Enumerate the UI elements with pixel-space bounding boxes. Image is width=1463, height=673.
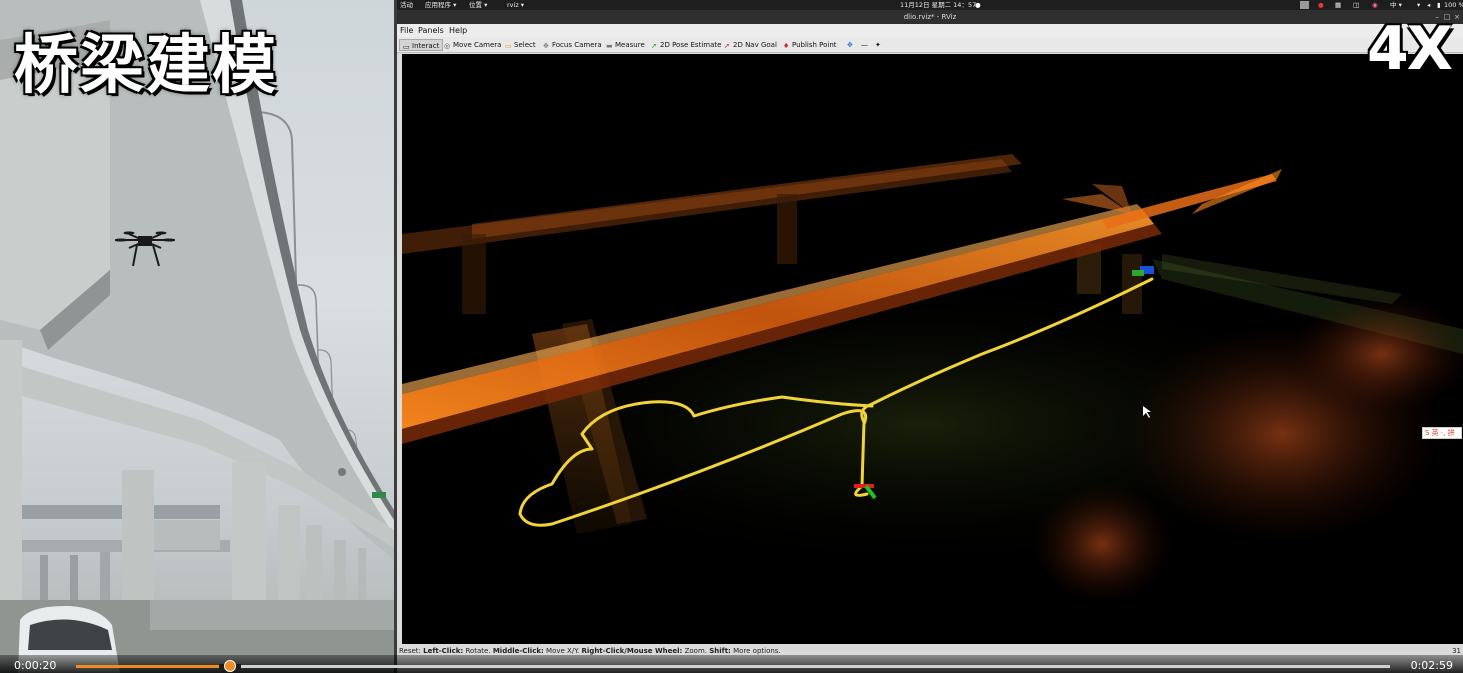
playback-speed-badge: 4X <box>1366 14 1453 84</box>
video-title: 桥梁建模 <box>14 29 278 103</box>
progress-fill <box>76 665 221 668</box>
tool-2d-nav-goal-label: 2D Nav Goal <box>733 41 777 49</box>
tool-move-camera-label: Move Camera <box>453 41 502 49</box>
tool-select[interactable]: ▭ Select <box>502 39 539 51</box>
remove-tool-icon[interactable]: — <box>858 39 871 51</box>
rviz-toolbar: ▭ Interact ◎ Move Camera ▭ Select ✥ Focus Ca… <box>397 37 1463 53</box>
status-middle-click-key: Middle-Click: <box>492 647 544 655</box>
status-shift-key: Shift: <box>709 647 731 655</box>
status-right-click-key: Right-Click/Mouse Wheel: <box>581 647 683 655</box>
window-title: dlio.rviz* - RViz <box>903 13 957 21</box>
select-icon: ▭ <box>505 42 512 50</box>
menu-help[interactable]: Help <box>449 24 467 37</box>
reset-button[interactable]: Reset <box>399 647 419 655</box>
screen: 桥梁建模 活动 应用程序 ▾ 位置 ▾ rviz ▾ 11月12日 星期二 14… <box>0 0 1463 673</box>
tray-sogou-icon[interactable]: ◉ <box>1372 0 1378 10</box>
current-time: 0:00:20 <box>14 659 57 672</box>
tray-record-icon[interactable]: ● <box>1318 0 1324 10</box>
input-method-menu[interactable]: 中 ▾ <box>1390 0 1402 10</box>
pose-estimate-arrow-icon: ➚ <box>651 42 657 50</box>
tool-2d-pose-estimate[interactable]: ➚ 2D Pose Estimate <box>648 39 724 51</box>
add-tool-icon[interactable]: ✥ <box>844 39 856 51</box>
camera-video-frame: 桥梁建模 <box>0 0 394 673</box>
tool-2d-nav-goal[interactable]: ➚ 2D Nav Goal <box>721 39 780 51</box>
progress-knob[interactable] <box>224 660 236 672</box>
tool-interact-label: Interact <box>412 42 440 50</box>
battery-icon[interactable]: ▮ <box>1437 0 1441 10</box>
tool-select-label: Select <box>514 41 536 49</box>
rviz-3d-viewport[interactable] <box>402 54 1463 644</box>
notification-dot-icon: ● <box>975 1 981 9</box>
total-time: 0:02:59 <box>1410 659 1453 672</box>
wifi-icon[interactable]: ▾ <box>1417 0 1420 10</box>
progress-bar[interactable] <box>76 660 1390 672</box>
tray-grid-icon[interactable]: ▦ <box>1335 0 1341 10</box>
status-left-click-value: Rotate. <box>465 647 491 655</box>
tool-focus-camera[interactable]: ✥ Focus Camera <box>540 39 605 51</box>
ime-status-badge[interactable]: S 英 ·, 拼 <box>1422 427 1462 439</box>
interact-icon: ▭ <box>403 43 410 51</box>
tray-window-icon[interactable] <box>1300 1 1309 9</box>
applications-menu[interactable]: 应用程序 ▾ <box>425 0 456 10</box>
rviz-app-indicator[interactable]: rviz ▾ <box>507 0 524 10</box>
places-menu[interactable]: 位置 ▾ <box>469 0 487 10</box>
drone-icon <box>115 231 175 267</box>
volume-icon[interactable]: ◂ <box>1427 0 1430 10</box>
video-player-controls: 0:00:20 0:02:59 <box>0 655 1463 673</box>
battery-percent: 100 % <box>1444 1 1463 9</box>
menubar: File Panels Help <box>397 24 1463 37</box>
activities-button[interactable]: 活动 <box>400 0 413 10</box>
desktop-screen: 活动 应用程序 ▾ 位置 ▾ rviz ▾ 11月12日 星期二 14：57 ●… <box>397 0 1463 673</box>
tool-properties-icon[interactable]: ✦ <box>872 39 884 51</box>
menu-file[interactable]: File <box>400 24 413 37</box>
clock[interactable]: 11月12日 星期二 14：57 <box>900 0 976 10</box>
tool-focus-camera-label: Focus Camera <box>552 41 602 49</box>
tray-network-icon[interactable]: ◫ <box>1353 0 1359 10</box>
tool-measure-label: Measure <box>615 41 645 49</box>
point-cloud-render <box>402 154 1463 604</box>
menu-panels[interactable]: Panels <box>418 24 444 37</box>
tool-2d-pose-estimate-label: 2D Pose Estimate <box>660 41 722 49</box>
tool-publish-point[interactable]: ♦ Publish Point <box>780 39 840 51</box>
status-middle-click-value: Move X/Y. <box>546 647 580 655</box>
tool-measure[interactable]: ▬ Measure <box>603 39 648 51</box>
window-titlebar: dlio.rviz* - RViz – □ × <box>397 10 1463 24</box>
measure-icon: ▬ <box>606 42 613 50</box>
tool-move-camera[interactable]: ◎ Move Camera <box>441 39 504 51</box>
move-camera-icon: ◎ <box>444 42 451 50</box>
focus-camera-icon: ✥ <box>543 42 549 50</box>
tool-interact[interactable]: ▭ Interact <box>399 39 444 51</box>
close-icon[interactable]: × <box>1453 13 1461 21</box>
status-shift-value: More options. <box>733 647 781 655</box>
nav-goal-arrow-icon: ➚ <box>724 42 730 50</box>
status-left-click-key: Left-Click: <box>423 647 464 655</box>
desktop-topbar: 活动 应用程序 ▾ 位置 ▾ rviz ▾ 11月12日 星期二 14：57 ●… <box>397 0 1463 10</box>
tool-publish-point-label: Publish Point <box>792 41 837 49</box>
publish-point-pin-icon: ♦ <box>783 42 790 50</box>
status-right-click-value: Zoom. <box>684 647 707 655</box>
